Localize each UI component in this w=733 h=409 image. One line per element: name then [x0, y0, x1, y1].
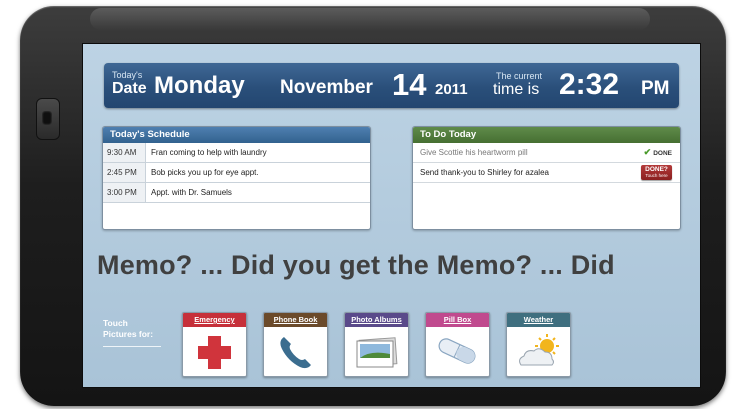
phone-book-tile[interactable]: Phone Book [263, 312, 328, 377]
schedule-time: 9:30 AM [103, 143, 146, 162]
current-time: 2:32 [559, 68, 620, 101]
todo-item[interactable]: Give Scottie his heartworm pill ✔ DONE [413, 143, 680, 163]
am-pm: PM [641, 78, 670, 99]
checkmark-icon: ✔ [643, 147, 652, 157]
bezel-sheen [90, 8, 650, 30]
phone-icon [280, 337, 311, 369]
schedule-text: Bob picks you up for eye appt. [151, 168, 259, 177]
schedule-row[interactable]: 9:30 AM Fran coming to help with laundry [103, 143, 370, 163]
month: November [280, 77, 373, 98]
touch-pictures-label: Touch Pictures for: [103, 318, 154, 339]
tile-label: Phone Book [264, 313, 327, 327]
schedule-title: Today's Schedule [103, 127, 370, 143]
weather-icon [519, 334, 559, 366]
schedule-text: Fran coming to help with laundry [151, 148, 267, 157]
time-label-small: The current [496, 71, 543, 81]
date-time-bar: Today's Date Monday November 14 2011 The… [104, 63, 679, 108]
done-button[interactable]: DONE? Touch here [641, 165, 672, 180]
memo-ticker: Memo? ... Did you get the Memo? ... Did [97, 250, 615, 280]
date-label-small: Today's [112, 70, 143, 80]
camera-icon [36, 98, 60, 140]
schedule-text: Appt. with Dr. Samuels [151, 188, 232, 197]
weekday: Monday [154, 72, 245, 99]
time-label: time is [493, 81, 540, 98]
pill-box-tile[interactable]: Pill Box [425, 312, 490, 377]
tile-label: Photo Albums [345, 313, 408, 327]
tablet-screen: Today's Date Monday November 14 2011 The… [82, 43, 701, 388]
done-status: ✔ DONE [643, 147, 672, 157]
todo-title: To Do Today [413, 127, 680, 143]
photo-albums-tile[interactable]: Photo Albums [344, 312, 409, 377]
divider [103, 346, 161, 347]
tile-label: Weather [507, 313, 570, 327]
todo-text: Give Scottie his heartworm pill [420, 148, 528, 157]
red-cross-icon [198, 336, 231, 369]
todo-panel: To Do Today Give Scottie his heartworm p… [412, 126, 681, 230]
todo-item[interactable]: Send thank-you to Shirley for azalea DON… [413, 163, 680, 183]
photo-icon [356, 337, 398, 368]
emergency-tile[interactable]: Emergency [182, 312, 247, 377]
date-label: Date [112, 80, 147, 97]
schedule-time: 2:45 PM [103, 163, 146, 182]
day-number: 14 [392, 67, 427, 102]
tile-label: Emergency [183, 313, 246, 327]
schedule-row[interactable]: 3:00 PM Appt. with Dr. Samuels [103, 183, 370, 203]
schedule-row[interactable]: 2:45 PM Bob picks you up for eye appt. [103, 163, 370, 183]
schedule-panel: Today's Schedule 9:30 AM Fran coming to … [102, 126, 371, 230]
weather-tile[interactable]: Weather [506, 312, 571, 377]
pill-icon [438, 338, 476, 364]
tile-label: Pill Box [426, 313, 489, 327]
schedule-time: 3:00 PM [103, 183, 146, 202]
tablet-device: Today's Date Monday November 14 2011 The… [20, 6, 726, 406]
todo-text: Send thank-you to Shirley for azalea [420, 168, 549, 177]
year: 2011 [435, 81, 468, 98]
